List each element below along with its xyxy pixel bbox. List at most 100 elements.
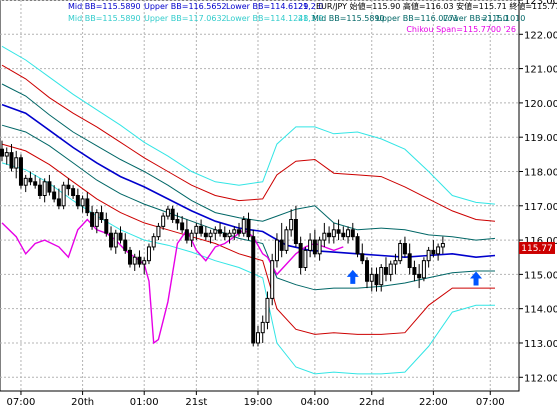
y-tick-label: 119.00 [524, 133, 557, 144]
candle-body [336, 229, 341, 234]
candle-body [151, 236, 156, 248]
candle-body [33, 181, 38, 186]
candle-body [109, 232, 114, 248]
candle-body [61, 184, 66, 207]
candle-body [241, 219, 246, 234]
candle-body [99, 212, 104, 221]
candle-body [184, 229, 189, 241]
candle-body [298, 243, 303, 269]
candle-body [203, 232, 208, 238]
candle-body [189, 232, 194, 241]
candle-body [341, 232, 346, 238]
candle-body [218, 229, 223, 234]
candle-body [161, 215, 166, 227]
candle-body [402, 243, 407, 255]
candle-body [156, 225, 161, 238]
candle-body [71, 188, 76, 196]
candle-body [369, 273, 374, 282]
candle-body [265, 297, 270, 323]
x-tick-label: 01:00 [130, 397, 159, 408]
candle-body [104, 219, 109, 234]
x-tick-label: 21st [185, 397, 207, 408]
candle-body [146, 246, 151, 262]
candle-body [199, 225, 204, 234]
candle-body [255, 332, 260, 344]
candle-body [0, 148, 4, 157]
chart: 112.00113.00114.00115.00116.00117.00118.… [0, 0, 557, 408]
candle-body [222, 232, 227, 238]
candle-body [23, 177, 28, 186]
candle-body [123, 239, 128, 251]
candle-body [327, 232, 332, 238]
candle-body [4, 152, 9, 157]
candle-body [14, 157, 19, 169]
candle-body [360, 253, 365, 262]
candle-body [9, 152, 14, 169]
candle-body [331, 229, 336, 238]
candle-body [398, 243, 403, 262]
candle-body [317, 239, 322, 255]
y-axis-tick-labels: 112.00113.00114.00115.00116.00117.00118.… [519, 0, 557, 384]
candle-body [436, 246, 441, 255]
candle-body [322, 232, 327, 241]
x-tick-label: 07:00 [7, 397, 36, 408]
y-tick-label: 117.00 [524, 202, 557, 213]
candle-body [312, 239, 317, 255]
candle-body [113, 232, 118, 248]
bb-21-1-param: 21,1.0 [483, 14, 508, 23]
candle-body [440, 243, 445, 248]
candle-body [170, 208, 175, 221]
candle-body [274, 239, 279, 262]
bb-21-2-mid: Mid BB=115.5890 [68, 2, 141, 11]
candle-body [293, 219, 298, 245]
candle-body [165, 208, 170, 217]
candle-body [374, 273, 379, 286]
y-tick-label: 122.00 [524, 30, 557, 41]
y-tick-label: 121.00 [524, 65, 557, 76]
candle-body [421, 260, 426, 279]
candle-body [417, 273, 422, 279]
candle-body [28, 177, 33, 183]
candle-body [350, 229, 355, 238]
bb-21-3-mid: Mid BB=115.5890 [68, 14, 141, 23]
candle-body [42, 181, 47, 196]
x-tick-label: 22:00 [419, 397, 448, 408]
candle-body [75, 195, 80, 207]
candle-body [37, 184, 42, 196]
y-tick-label: 114.00 [524, 305, 557, 316]
candle-body [412, 267, 417, 275]
candle-body [246, 219, 251, 238]
candle-body [56, 198, 61, 207]
candle-body [18, 157, 23, 186]
candle-body [346, 229, 351, 238]
candle-body [279, 239, 284, 251]
candle-body [232, 229, 237, 234]
candle-body [237, 229, 242, 234]
price-marker: 115.77 [519, 241, 555, 254]
candle-body [431, 249, 436, 255]
candle-body [383, 267, 388, 275]
candle-body [213, 229, 218, 234]
candle-body [289, 219, 294, 231]
candle-body [175, 219, 180, 224]
candle-body [85, 198, 90, 214]
ohlc-readout: EUR/JPY 始値=115.90 高値=116.03 安値=115.71 終値… [316, 1, 557, 11]
current-price-label: 115.77 [521, 244, 553, 254]
x-tick-label: 22nd [359, 397, 384, 408]
candle-body [66, 184, 71, 190]
candle-body [132, 256, 137, 265]
candle-body [227, 232, 232, 238]
candle-body [208, 232, 213, 238]
x-tick-label: 04:00 [300, 397, 329, 408]
candle-body [118, 232, 123, 241]
candle-body [80, 198, 85, 207]
x-tick-label: 19:00 [244, 397, 273, 408]
candle-body [393, 260, 398, 265]
candle-body [388, 263, 393, 275]
candle-body [270, 260, 275, 299]
y-tick-label: 115.00 [524, 270, 557, 281]
x-tick-label: 07:00 [476, 397, 505, 408]
bb-21-3-lower: Lower BB=114.1248 [226, 14, 308, 23]
bb-21-2-lower: Lower BB=114.6129 [226, 2, 308, 11]
candle-body [137, 256, 142, 265]
